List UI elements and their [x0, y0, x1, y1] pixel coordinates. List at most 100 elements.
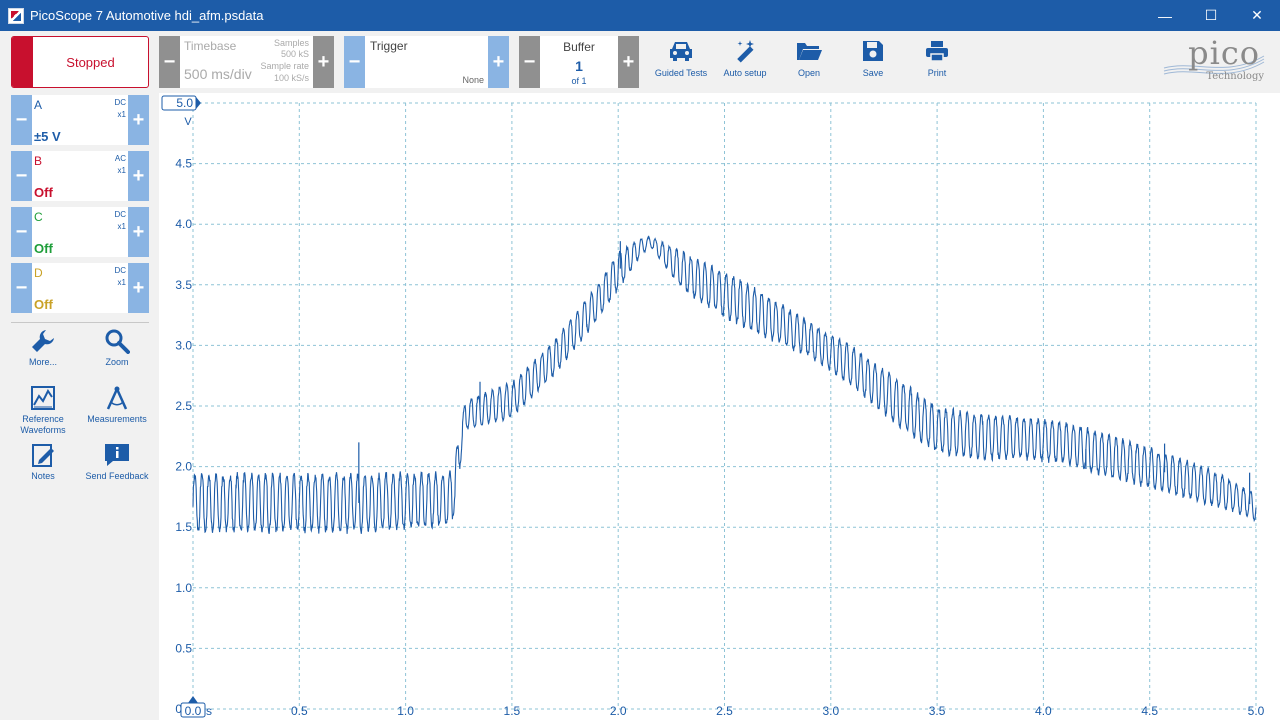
channel-c-range: Off — [34, 241, 53, 256]
guided-tests-label: Guided Tests — [654, 68, 708, 78]
x-tick-label: 1.0 — [397, 704, 414, 718]
channel-b-increase-button[interactable]: + — [128, 151, 149, 201]
x-tick-label: 4.0 — [1035, 704, 1052, 718]
channel-a-control: − A DC x1 ±5 V + — [11, 95, 149, 145]
save-button[interactable]: Save — [841, 36, 905, 88]
x-tick-label: 0.5 — [291, 704, 308, 718]
channel-d-control: − D DC x1 Off + — [11, 263, 149, 313]
run-state-indicator — [12, 37, 33, 87]
channel-b-control: − B AC x1 Off + — [11, 151, 149, 201]
logo-wordmark: pico — [1188, 34, 1260, 72]
send-feedback-button[interactable]: Send Feedback — [80, 441, 154, 482]
save-icon — [858, 36, 888, 66]
trigger-value: None — [462, 75, 484, 85]
timebase-control: − Timebase 500 ms/div Samples 500 kS Sam… — [159, 36, 334, 88]
print-button[interactable]: Print — [905, 36, 969, 88]
reference-waveform-icon — [29, 384, 57, 412]
y-tick-label: 3.0 — [175, 338, 192, 352]
buffer-control: − Buffer 1 of 1 + — [519, 36, 639, 88]
timebase-increase-button[interactable]: + — [313, 36, 334, 88]
sample-rate-value: 100 kS/s — [273, 73, 309, 83]
notes-icon — [29, 441, 57, 469]
auto-setup-label: Auto setup — [723, 68, 767, 78]
timebase-display[interactable]: Timebase 500 ms/div Samples 500 kS Sampl… — [180, 36, 313, 88]
channel-a-increase-button[interactable]: + — [128, 95, 149, 145]
channel-d-coupling: DC — [114, 266, 126, 275]
wrench-icon — [29, 327, 57, 355]
timebase-decrease-button[interactable]: − — [159, 36, 180, 88]
channel-c-increase-button[interactable]: + — [128, 207, 149, 257]
logo-subtitle: Technology — [1206, 71, 1264, 82]
y-tick-label: 3.5 — [175, 278, 192, 292]
maximize-button[interactable]: ☐ — [1188, 0, 1234, 31]
channel-a-range: ±5 V — [34, 129, 61, 144]
channel-c-coupling: DC — [114, 210, 126, 219]
reference-waveforms-label: Reference Waveforms — [20, 414, 66, 435]
zoom-label: Zoom — [105, 357, 129, 367]
channel-b-display[interactable]: B AC x1 Off — [32, 151, 128, 201]
channel-c-decrease-button[interactable]: − — [11, 207, 32, 257]
buffer-display[interactable]: Buffer 1 of 1 — [540, 36, 618, 88]
reference-waveforms-button[interactable]: Reference Waveforms — [6, 384, 80, 436]
measurements-icon — [103, 384, 131, 412]
notes-label: Notes — [31, 471, 55, 481]
left-panel: − A DC x1 ±5 V + − B AC x1 Off + − C DC — [0, 93, 159, 720]
x-tick-label: 3.0 — [822, 704, 839, 718]
measurements-button[interactable]: Measurements — [80, 384, 154, 425]
printer-icon — [922, 36, 952, 66]
notes-button[interactable]: Notes — [6, 441, 80, 482]
y-max-marker-arrow — [196, 97, 201, 109]
channel-d-increase-button[interactable]: + — [128, 263, 149, 313]
channel-c-control: − C DC x1 Off + — [11, 207, 149, 257]
buffer-next-button[interactable]: + — [618, 36, 639, 88]
channel-a-display[interactable]: A DC x1 ±5 V — [32, 95, 128, 145]
channel-b-probe: x1 — [117, 166, 126, 175]
minimize-button[interactable]: — — [1142, 0, 1188, 31]
buffer-previous-button[interactable]: − — [519, 36, 540, 88]
wand-icon — [730, 36, 760, 66]
pico-technology-logo: pico Technology — [1156, 34, 1270, 86]
buffer-value: 1 — [575, 58, 583, 74]
channel-a-decrease-button[interactable]: − — [11, 95, 32, 145]
sample-rate-label: Sample rate — [260, 61, 309, 71]
guided-tests-button[interactable]: Guided Tests — [649, 36, 713, 88]
trigger-display[interactable]: Trigger None — [365, 36, 488, 88]
more-label: More... — [28, 357, 57, 367]
channel-b-name: B — [34, 154, 43, 168]
picoscope-window: PicoScope 7 Automotive hdi_afm.psdata — … — [0, 0, 1280, 720]
close-button[interactable]: ✕ — [1234, 0, 1280, 31]
magnifier-icon — [103, 327, 131, 355]
channel-d-display[interactable]: D DC x1 Off — [32, 263, 128, 313]
channel-b-decrease-button[interactable]: − — [11, 151, 32, 201]
window-controls: — ☐ ✕ — [1142, 0, 1280, 31]
scope-view[interactable]: 0.0 0.5 1.0 1.5 2.0 2.5 3.0 3.5 4.0 4.5 V 5.0 0.5 1.0… — [159, 93, 1280, 720]
channel-c-probe: x1 — [117, 222, 126, 231]
auto-setup-button[interactable]: Auto setup — [713, 36, 777, 88]
zoom-button[interactable]: Zoom — [80, 327, 154, 368]
y-max-marker-label: 5.0 — [176, 96, 193, 110]
open-button[interactable]: Open — [777, 36, 841, 88]
trigger-increase-button[interactable]: + — [488, 36, 509, 88]
channel-c-display[interactable]: C DC x1 Off — [32, 207, 128, 257]
more-button[interactable]: More... — [6, 327, 80, 368]
title-bar: PicoScope 7 Automotive hdi_afm.psdata — … — [0, 0, 1280, 31]
panel-divider — [11, 322, 149, 323]
trigger-decrease-button[interactable]: − — [344, 36, 365, 88]
print-label: Print — [927, 68, 947, 78]
channel-d-range: Off — [34, 297, 53, 312]
feedback-icon — [103, 441, 131, 469]
channel-d-decrease-button[interactable]: − — [11, 263, 32, 313]
window-title: PicoScope 7 Automotive hdi_afm.psdata — [30, 8, 264, 23]
channel-b-range: Off — [34, 185, 53, 200]
x-axis-unit: s — [206, 704, 212, 718]
channel-d-name: D — [34, 266, 43, 280]
folder-open-icon — [794, 36, 824, 66]
toolbar: Stopped − Timebase 500 ms/div Samples 50… — [0, 31, 1280, 93]
run-stop-button[interactable]: Stopped — [11, 36, 149, 88]
buffer-title: Buffer — [563, 40, 595, 54]
x-tick-label: 3.5 — [929, 704, 946, 718]
x-tick-label: 1.5 — [504, 704, 521, 718]
open-label: Open — [797, 68, 821, 78]
save-label: Save — [862, 68, 884, 78]
scope-plot[interactable]: 0.0 0.5 1.0 1.5 2.0 2.5 3.0 3.5 4.0 4.5 V 5.0 0.5 1.0… — [159, 93, 1280, 720]
